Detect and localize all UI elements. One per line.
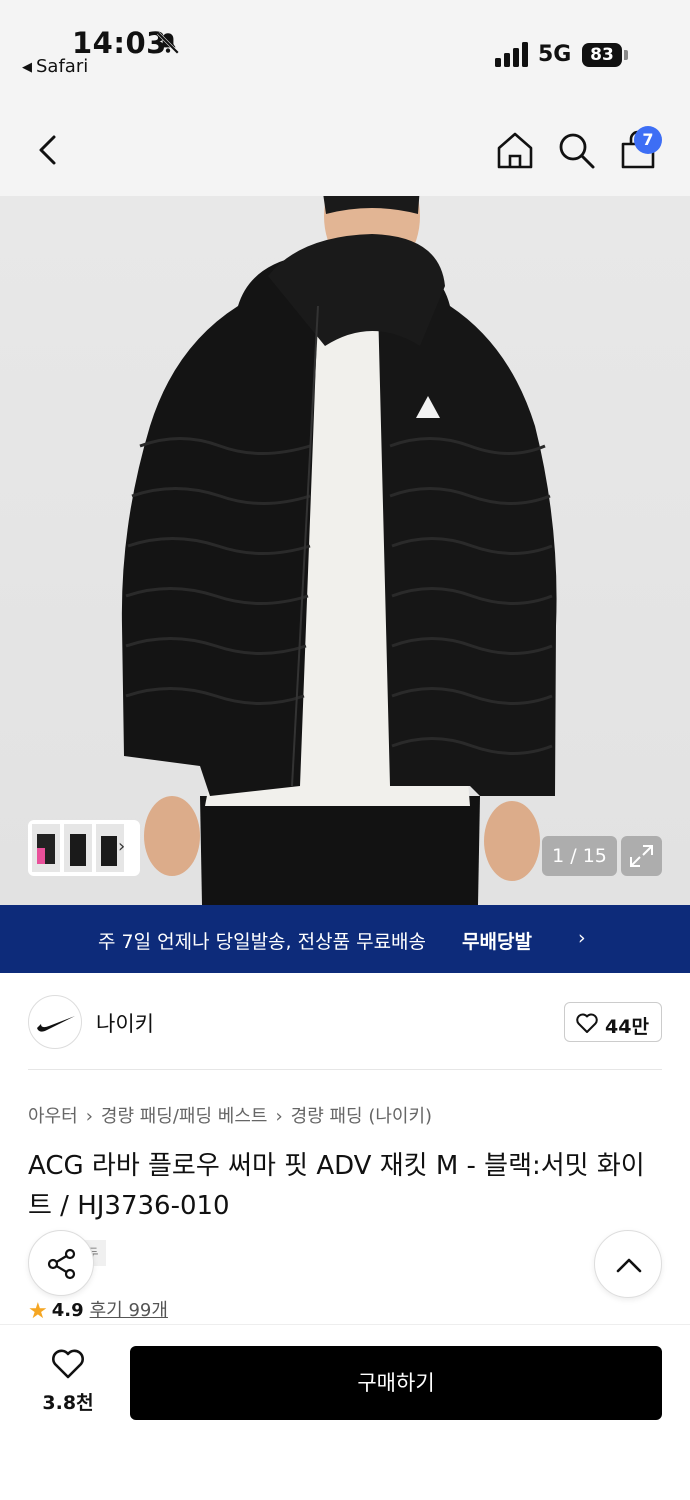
banner-chevron-icon: › xyxy=(578,927,586,949)
brand-like-count: 44만 xyxy=(605,1016,649,1038)
rating-row: ★ 4.9 후기 99개 xyxy=(28,1296,168,1324)
banner-text: 주 7일 언제나 당일발송, 전상품 무료배송 xyxy=(98,931,427,953)
free-shipping-banner[interactable]: 주 7일 언제나 당일발송, 전상품 무료배송 무배당발 › xyxy=(0,905,690,973)
star-icon: ★ xyxy=(28,1299,48,1324)
back-triangle-icon: ◀ xyxy=(22,60,32,75)
breadcrumb-item[interactable]: 경량 패딩 (나이키) xyxy=(291,1106,432,1127)
heart-outline-icon xyxy=(576,1013,598,1033)
rating-value: 4.9 xyxy=(51,1300,84,1321)
back-to-app-link[interactable]: ◀ Safari xyxy=(22,56,88,77)
cart-count-badge: 7 xyxy=(634,126,662,154)
breadcrumb-item[interactable]: 아우터 xyxy=(28,1106,78,1127)
back-app-label: Safari xyxy=(36,56,89,77)
heart-outline-icon xyxy=(52,1349,84,1379)
share-icon xyxy=(47,1248,76,1280)
breadcrumb: 아우터 › 경량 패딩/패딩 베스트 › 경량 패딩 (나이키) xyxy=(28,1102,432,1128)
battery-level: 83 xyxy=(582,43,622,67)
brand-like-button[interactable]: 44만 xyxy=(564,1002,662,1042)
banner-logo: 무배당발 xyxy=(462,931,532,953)
status-time: 14:03 xyxy=(72,26,167,60)
home-icon[interactable] xyxy=(495,130,535,170)
signal-icon xyxy=(495,42,528,67)
brand-name[interactable]: 나이키 xyxy=(96,1008,154,1038)
breadcrumb-separator: › xyxy=(85,1106,93,1127)
product-image-gallery[interactable]: › 1 / 15 xyxy=(0,196,690,905)
divider xyxy=(28,1069,662,1070)
search-icon[interactable] xyxy=(556,130,596,170)
buy-button[interactable]: 구매하기 xyxy=(130,1346,662,1420)
product-photo xyxy=(121,196,557,905)
expand-image-button[interactable] xyxy=(621,836,662,876)
brand-logo[interactable] xyxy=(28,995,82,1049)
wishlist-count: 3.8천 xyxy=(42,1392,94,1414)
reviews-link[interactable]: 후기 99개 xyxy=(90,1300,168,1321)
battery-tip xyxy=(624,50,628,60)
thumbnail-next-icon[interactable]: › xyxy=(118,836,125,857)
network-type: 5G xyxy=(538,42,572,67)
scroll-to-top-button[interactable] xyxy=(594,1230,662,1298)
status-bar: 14:03 ◀ Safari 5G 83 xyxy=(0,0,690,100)
top-nav-bar: 7 xyxy=(0,100,690,196)
chevron-up-icon xyxy=(616,1258,642,1273)
back-arrow-icon[interactable] xyxy=(30,132,66,168)
breadcrumb-separator: › xyxy=(275,1106,283,1127)
bell-muted-icon xyxy=(157,32,179,54)
breadcrumb-item[interactable]: 경량 패딩/패딩 베스트 xyxy=(101,1106,268,1127)
wishlist-button[interactable]: 3.8천 xyxy=(30,1348,106,1418)
expand-icon xyxy=(630,845,653,867)
image-counter: 1 / 15 xyxy=(542,836,617,876)
product-title: ACG 라바 플로우 써마 핏 ADV 재킷 M - 블랙:서밋 화이트 / H… xyxy=(28,1151,645,1221)
share-button[interactable] xyxy=(28,1230,94,1296)
nike-swoosh-icon xyxy=(37,1016,75,1032)
